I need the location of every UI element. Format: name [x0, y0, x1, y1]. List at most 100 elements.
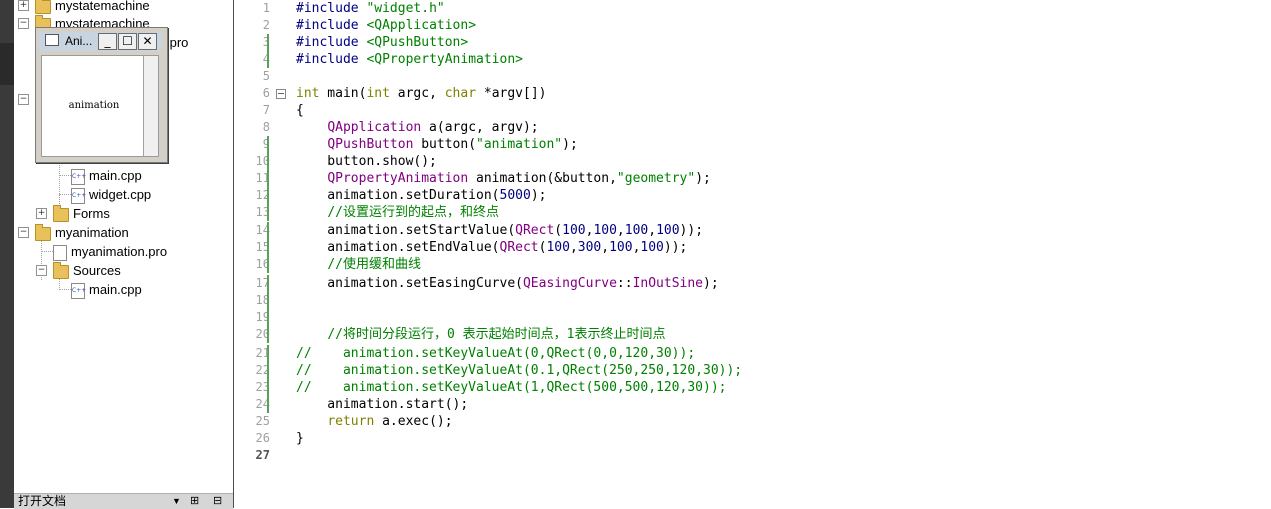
app-window-icon — [45, 34, 59, 46]
code-token: )); — [679, 223, 704, 238]
code-line[interactable]: animation.setDuration(5000); — [296, 187, 546, 204]
code-token: QApplication — [327, 120, 422, 135]
code-line[interactable]: // animation.setKeyValueAt(0,QRect(0,0,1… — [296, 345, 695, 362]
code-token: 300 — [577, 240, 602, 255]
project-folder-icon — [35, 0, 51, 14]
line-number: 2 — [262, 18, 270, 32]
line-number: 10 — [255, 154, 270, 168]
close-pane-icon[interactable]: ⊟ — [213, 494, 222, 509]
line-number: 26 — [255, 431, 270, 445]
tree-item-project[interactable]: mystatemachine — [35, 0, 150, 15]
line-number: 22 — [255, 363, 270, 377]
code-token: //使用缓和曲线 — [327, 257, 421, 272]
code-line[interactable]: // animation.setKeyValueAt(1,QRect(500,5… — [296, 379, 726, 396]
code-line[interactable]: animation.start(); — [296, 396, 468, 413]
code-line[interactable]: animation.setEasingCurve(QEasingCurve::I… — [296, 275, 718, 292]
tree-item-pro-file[interactable]: .pro — [166, 33, 188, 52]
code-token: , — [601, 240, 610, 255]
mode-sidebar-highlight — [0, 43, 14, 85]
change-marker — [267, 345, 269, 362]
code-token: //设置运行到的起点，和终点 — [327, 205, 499, 220]
code-line[interactable]: //设置运行到的起点，和终点 — [296, 204, 499, 221]
code-token: animation.start(); — [296, 397, 469, 412]
tree-item-project[interactable]: myanimation — [35, 223, 129, 242]
collapse-toggle[interactable]: − — [36, 265, 47, 276]
animation-push-button[interactable]: animation — [41, 55, 159, 157]
code-line[interactable]: // animation.setKeyValueAt(0.1,QRect(250… — [296, 362, 742, 379]
line-number-gutter: 1234567891011121314151617181920212223242… — [234, 0, 294, 508]
code-token: char — [444, 86, 477, 101]
code-line[interactable]: animation.setEndValue(QRect(100,300,100,… — [296, 239, 687, 256]
animation-demo-window[interactable]: Ani... _ ☐ ✕ animation — [35, 27, 168, 163]
tree-item-file[interactable]: C++ main.cpp — [71, 280, 142, 299]
maximize-button[interactable]: ☐ — [118, 33, 137, 50]
fold-toggle[interactable] — [276, 89, 286, 99]
code-line[interactable]: int main(int argc, char *argv[]) — [296, 85, 547, 102]
code-token: InOutSine — [632, 276, 704, 291]
collapse-toggle[interactable]: − — [18, 227, 29, 238]
tree-item-label: main.cpp — [89, 168, 142, 183]
line-number: 21 — [255, 346, 270, 360]
minimize-button[interactable]: _ — [98, 33, 117, 50]
collapse-toggle[interactable]: − — [18, 18, 29, 29]
change-marker — [267, 362, 269, 379]
push-button-label: animation — [68, 100, 120, 111]
tree-item-file[interactable]: C++ main.cpp — [71, 166, 142, 185]
code-line[interactable]: } — [296, 430, 304, 447]
code-token: //将时间分段运行，0 表示起始时间点，1表示终止时间点 — [327, 327, 666, 342]
code-line[interactable]: animation.setStartValue(QRect(100,100,10… — [296, 222, 703, 239]
mode-sidebar — [0, 0, 14, 508]
code-token: main( — [319, 86, 367, 101]
vertical-scrollbar[interactable] — [143, 56, 158, 156]
code-editor[interactable]: 1234567891011121314151617181920212223242… — [234, 0, 1271, 508]
expand-toggle[interactable]: + — [36, 208, 47, 219]
expand-toggle[interactable]: + — [18, 0, 29, 11]
code-token: "widget.h" — [366, 1, 445, 16]
code-token: return — [327, 414, 375, 429]
change-marker — [267, 239, 269, 256]
tree-item-file[interactable]: C++ widget.cpp — [71, 185, 151, 204]
pro-file-icon — [53, 244, 67, 261]
line-number: 14 — [255, 223, 270, 237]
code-line[interactable]: return a.exec(); — [296, 413, 452, 430]
code-token: button( — [413, 137, 477, 152]
line-number: 12 — [255, 188, 270, 202]
collapse-toggle[interactable]: − — [18, 94, 29, 105]
code-token: ); — [562, 137, 578, 152]
code-token: ); — [530, 188, 547, 203]
code-line[interactable]: { — [296, 102, 304, 119]
code-line[interactable]: #include <QPropertyAnimation> — [296, 51, 523, 68]
code-token: 5000 — [499, 188, 531, 203]
tree-item-pro-file[interactable]: myanimation.pro — [53, 242, 167, 261]
code-line[interactable]: //使用缓和曲线 — [296, 256, 421, 273]
code-token: animation.setDuration( — [296, 188, 500, 203]
code-token: "geometry" — [616, 171, 696, 186]
code-token: #include — [296, 52, 367, 67]
tree-item-folder-sources[interactable]: Sources — [53, 261, 121, 280]
code-token: 100 — [656, 223, 680, 238]
code-line[interactable]: QApplication a(argc, argv); — [296, 119, 538, 136]
code-line[interactable]: button.show(); — [296, 153, 437, 170]
chevron-down-icon[interactable]: ▼ — [172, 494, 181, 509]
code-token: QPushButton — [327, 137, 414, 152]
code-token: ( — [554, 223, 563, 238]
open-documents-bar[interactable]: 打开文档 ▼ ⊞ ⊟ — [14, 493, 233, 509]
tree-item-label: .pro — [166, 35, 189, 50]
code-token: QPropertyAnimation — [327, 171, 469, 186]
code-line[interactable]: #include "widget.h" — [296, 0, 445, 17]
code-token: animation.setStartValue( — [296, 223, 516, 238]
tree-item-folder-forms[interactable]: Forms — [53, 204, 110, 223]
code-token: int — [366, 86, 390, 101]
code-token: 100 — [624, 223, 649, 238]
code-line[interactable]: QPropertyAnimation animation(&button,"ge… — [296, 170, 711, 187]
code-line[interactable]: QPushButton button("animation"); — [296, 136, 578, 153]
code-line[interactable]: #include <QApplication> — [296, 17, 476, 34]
code-line[interactable]: //将时间分段运行，0 表示起始时间点，1表示终止时间点 — [296, 326, 665, 343]
split-icon[interactable]: ⊞ — [190, 494, 199, 509]
change-marker — [267, 204, 269, 221]
change-marker — [267, 379, 269, 396]
close-button[interactable]: ✕ — [138, 33, 157, 50]
code-line[interactable]: #include <QPushButton> — [296, 34, 468, 51]
